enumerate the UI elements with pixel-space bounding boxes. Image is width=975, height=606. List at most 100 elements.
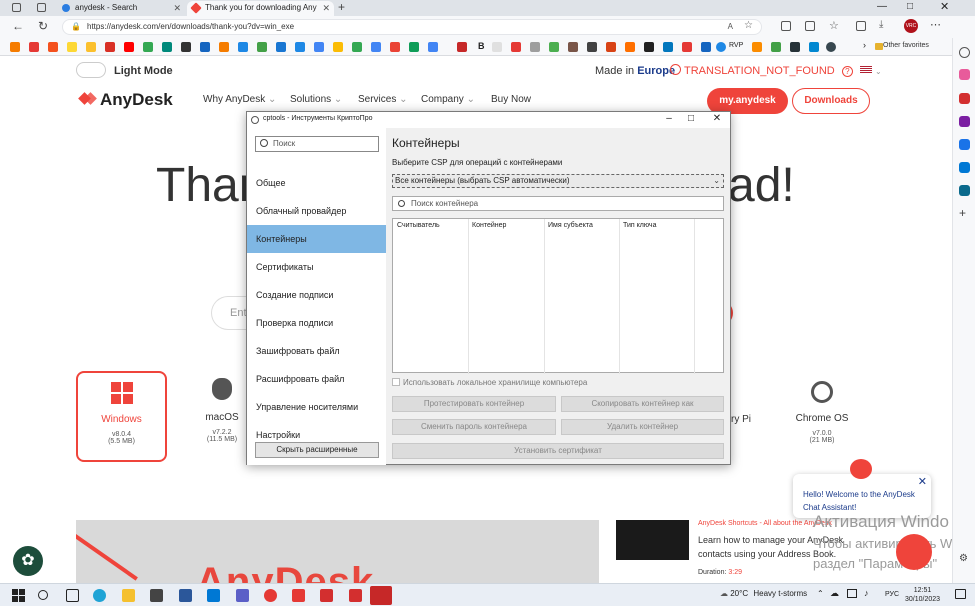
- clock[interactable]: 12:51 30/10/2023: [905, 586, 940, 604]
- office-icon[interactable]: [959, 139, 970, 150]
- bookmark-icon[interactable]: [568, 42, 578, 52]
- change-password-button[interactable]: Сменить пароль контейнера: [392, 419, 556, 435]
- bookmark-icon[interactable]: [352, 42, 362, 52]
- os-chrome[interactable]: Chrome OS v7.0.0 (21 MB): [790, 381, 854, 444]
- address-input[interactable]: 🔒 https://anydesk.com/en/downloads/thank…: [62, 19, 762, 35]
- active-app-icon[interactable]: [370, 586, 392, 605]
- hide-advanced-button[interactable]: Скрыть расширенные: [255, 442, 379, 458]
- nav-cloud-provider[interactable]: Облачный провайдер: [247, 197, 386, 225]
- chat-open-button[interactable]: [896, 534, 932, 570]
- cloud-icon[interactable]: ☁: [830, 588, 839, 599]
- bookmark-icon[interactable]: [219, 42, 229, 52]
- outlook-icon[interactable]: [959, 162, 970, 173]
- bookmark-icon[interactable]: [790, 42, 800, 52]
- bookmark-icon[interactable]: [86, 42, 96, 52]
- bookmark-icon[interactable]: [771, 42, 781, 52]
- bookmark-icon[interactable]: [409, 42, 419, 52]
- bookmark-icon[interactable]: [257, 42, 267, 52]
- bookmark-icon[interactable]: [29, 42, 39, 52]
- column-header-key-type[interactable]: Тип ключа: [623, 222, 656, 229]
- page-search-input[interactable]: Ente: [211, 296, 253, 330]
- column-header-subject[interactable]: Имя субъекта: [548, 222, 593, 229]
- local-storage-checkbox[interactable]: Использовать локальное хранилище компьют…: [392, 378, 587, 387]
- bookmark-icon[interactable]: [701, 42, 711, 52]
- favorites-icon[interactable]: ☆: [829, 19, 839, 32]
- tab-anydesk-search[interactable]: anydesk - Search ✕: [57, 1, 185, 16]
- tab-anydesk-download[interactable]: Thank you for downloading Any ✕: [187, 1, 334, 16]
- bookmark-icon[interactable]: [10, 42, 20, 52]
- back-icon[interactable]: ←: [12, 20, 24, 32]
- drop-icon[interactable]: [959, 185, 970, 196]
- bookmark-icon[interactable]: [48, 42, 58, 52]
- cookie-settings-icon[interactable]: ✿: [13, 546, 43, 576]
- bookmark-icon[interactable]: [511, 42, 521, 52]
- video-thumbnail[interactable]: [616, 520, 689, 560]
- store-icon[interactable]: [150, 589, 163, 602]
- anydesk-task-icon[interactable]: [349, 589, 362, 602]
- container-search-input[interactable]: Поиск контейнера: [392, 196, 724, 211]
- anydesk-logo-icon[interactable]: [76, 90, 98, 112]
- games-icon[interactable]: [959, 116, 970, 127]
- nav-create-signature[interactable]: Создание подписи: [247, 281, 386, 309]
- nav-encrypt-file[interactable]: Зашифровать файл: [247, 337, 386, 365]
- nav-verify-signature[interactable]: Проверка подписи: [247, 309, 386, 337]
- bookmark-icon[interactable]: [809, 42, 819, 52]
- volume-icon[interactable]: ♪: [864, 588, 869, 598]
- nav-containers[interactable]: Контейнеры: [247, 225, 386, 253]
- downloads-button[interactable]: Downloads: [792, 88, 870, 114]
- bookmark-icon[interactable]: [295, 42, 305, 52]
- weather-widget[interactable]: ☁ 20°C Heavy t-storms: [720, 589, 807, 598]
- tab-actions-icon[interactable]: [37, 3, 46, 12]
- more-bookmarks-icon[interactable]: ›: [863, 40, 866, 50]
- lock-icon[interactable]: 🔒: [71, 20, 81, 34]
- refresh-icon[interactable]: ↻: [38, 20, 48, 32]
- nav-certificates[interactable]: Сертификаты: [247, 253, 386, 281]
- minimize-window-icon[interactable]: —: [877, 1, 887, 12]
- nav-decrypt-file[interactable]: Расшифровать файл: [247, 365, 386, 393]
- test-container-button[interactable]: Протестировать контейнер: [392, 396, 556, 412]
- delete-container-button[interactable]: Удалить контейнер: [561, 419, 724, 435]
- bookmark-b-text[interactable]: B: [478, 41, 485, 51]
- dialog-maximize-icon[interactable]: □: [681, 113, 701, 124]
- bookmark-icon[interactable]: [428, 42, 438, 52]
- nav-services[interactable]: Services ⌄: [358, 94, 408, 105]
- outlook-icon[interactable]: [207, 589, 220, 602]
- close-tab-icon[interactable]: ✕: [173, 1, 181, 15]
- bookmark-icon[interactable]: [663, 42, 673, 52]
- csp-select[interactable]: Все контейнеры (выбрать CSP автоматическ…: [392, 174, 724, 188]
- bookmark-icon[interactable]: [457, 42, 467, 52]
- extensions-icon[interactable]: [805, 21, 815, 31]
- nav-buy-now[interactable]: Buy Now: [491, 94, 531, 105]
- nav-general[interactable]: Общее: [247, 169, 386, 197]
- close-window-icon[interactable]: ✕: [940, 0, 949, 13]
- app-icon[interactable]: [236, 589, 249, 602]
- workspaces-icon[interactable]: [12, 3, 21, 12]
- os-macos[interactable]: macOS v7.2.2 (11.5 MB): [190, 378, 254, 443]
- column-header-reader[interactable]: Считыватель: [397, 222, 440, 229]
- bookmark-icon[interactable]: [238, 42, 248, 52]
- tools-icon[interactable]: [959, 93, 970, 104]
- task-view-icon[interactable]: [66, 589, 79, 602]
- other-favorites-link[interactable]: Other favorites: [883, 42, 929, 49]
- bookmark-icon[interactable]: [371, 42, 381, 52]
- os-windows[interactable]: Windows v8.0.4 (5.5 MB): [76, 371, 167, 462]
- anydesk-task-icon[interactable]: [320, 589, 333, 602]
- install-certificate-button[interactable]: Установить сертификат: [392, 443, 724, 459]
- bookmark-icon[interactable]: [682, 42, 692, 52]
- more-menu-icon[interactable]: ⋯: [930, 18, 941, 31]
- bookmark-icon[interactable]: [549, 42, 559, 52]
- bookmark-icon[interactable]: [200, 42, 210, 52]
- collections-icon[interactable]: [856, 21, 866, 31]
- bookmark-icon[interactable]: [606, 42, 616, 52]
- language-indicator[interactable]: РУС: [885, 591, 899, 598]
- bookmark-icon[interactable]: [181, 42, 191, 52]
- maximize-window-icon[interactable]: □: [907, 1, 913, 12]
- column-header-container[interactable]: Контейнер: [472, 222, 506, 229]
- bookmark-icon[interactable]: [276, 42, 286, 52]
- bookmark-icon[interactable]: [143, 42, 153, 52]
- logo-text[interactable]: AnyDesk: [100, 90, 173, 110]
- bookmark-icon[interactable]: [530, 42, 540, 52]
- notifications-icon[interactable]: [955, 589, 966, 599]
- containers-table[interactable]: Считыватель Контейнер Имя субъекта Тип к…: [392, 218, 724, 374]
- shopping-icon[interactable]: [959, 69, 970, 80]
